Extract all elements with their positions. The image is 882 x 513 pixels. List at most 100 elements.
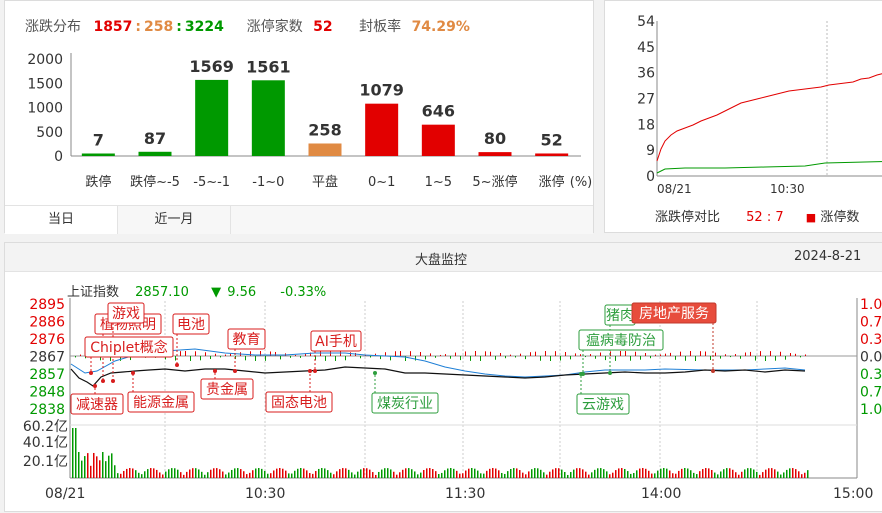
vol-bar xyxy=(654,473,656,478)
change-bar xyxy=(510,354,511,356)
vol-bar xyxy=(432,469,434,478)
vol-bar xyxy=(660,468,662,478)
tag-marker xyxy=(373,371,377,375)
vol-bar xyxy=(510,468,512,478)
vol-bar xyxy=(405,468,407,478)
vol-bar xyxy=(312,473,314,478)
vol-bar xyxy=(309,473,311,478)
vol-bar xyxy=(243,471,245,478)
vol-bar xyxy=(579,468,581,478)
vol-bar xyxy=(750,468,752,478)
change-bar xyxy=(445,354,446,356)
vol-bar xyxy=(408,468,410,478)
change-bar xyxy=(765,356,766,361)
change-bar xyxy=(460,356,461,361)
change-bar xyxy=(600,352,601,356)
vol-bar xyxy=(126,468,128,478)
concept-tag-label: 教育 xyxy=(233,332,261,348)
pct-tick: 0.3 xyxy=(860,332,882,348)
vol-bar xyxy=(327,470,329,478)
tab-today[interactable]: 当日 xyxy=(5,206,118,234)
change-bar xyxy=(590,354,591,356)
vol-bar xyxy=(141,474,143,478)
vol-bar xyxy=(255,468,257,478)
concept-tag-label: 游戏 xyxy=(112,306,140,322)
change-bar xyxy=(465,351,466,356)
vol-bar xyxy=(270,473,272,478)
change-bar xyxy=(795,353,796,356)
vol-bar xyxy=(720,471,722,478)
vol-bar xyxy=(534,468,536,478)
change-bar xyxy=(220,356,221,358)
vol-bar xyxy=(747,468,749,478)
tab-month[interactable]: 近一月 xyxy=(118,206,231,234)
change-bar xyxy=(415,356,416,361)
change-bar xyxy=(750,351,751,356)
change-bar xyxy=(545,351,546,356)
vol-bar xyxy=(465,470,467,478)
vol-bar xyxy=(528,471,530,478)
seal-rate: 74.29% xyxy=(411,19,470,35)
vol-bar xyxy=(321,468,323,478)
change-bar xyxy=(385,352,386,356)
change-bar xyxy=(605,356,606,361)
vol-bar xyxy=(219,469,221,478)
change-bar xyxy=(680,351,681,356)
vol-bar xyxy=(393,471,395,478)
vol-bar xyxy=(516,468,518,478)
change-bar xyxy=(490,351,491,356)
vol-bar xyxy=(102,452,104,478)
vol-bar xyxy=(366,468,368,478)
sep-2: : xyxy=(176,19,182,35)
change-bar xyxy=(665,353,666,356)
vol-bar xyxy=(417,474,419,478)
vol-bar xyxy=(192,468,194,478)
concept-tag-label: AI手机 xyxy=(315,334,357,350)
distribution-header: 涨跌分布 1857:258:3224 涨停家数 52 封板率 74.29% xyxy=(25,16,470,36)
concept-tag-label: 云游戏 xyxy=(582,397,624,413)
change-bar xyxy=(505,356,506,359)
vol-bar xyxy=(729,468,731,478)
change-bar xyxy=(320,351,321,356)
vol-bar xyxy=(246,474,248,478)
vol-bar xyxy=(699,471,701,478)
change-bar xyxy=(760,351,761,356)
vol-bar xyxy=(87,453,89,478)
vol-bar xyxy=(513,468,515,478)
vol-bar xyxy=(105,461,107,478)
change-bar xyxy=(715,352,716,356)
ratio-ytick: 18 xyxy=(637,117,655,133)
concept-tag-label: 煤炭行业 xyxy=(377,396,433,412)
dist-bar-value: 52 xyxy=(541,130,563,149)
change-bar xyxy=(230,353,231,356)
vol-bar xyxy=(279,468,281,478)
limit-up-line xyxy=(656,73,882,162)
vol-bar xyxy=(414,471,416,478)
vol-bar xyxy=(297,468,299,478)
tag-marker xyxy=(213,369,217,373)
vol-bar xyxy=(636,470,638,478)
change-bar xyxy=(225,354,226,356)
change-bar xyxy=(395,351,396,356)
vol-bar xyxy=(564,471,566,478)
vol-bar xyxy=(402,469,404,478)
vol-bar xyxy=(492,468,494,478)
vol-bar xyxy=(345,468,347,478)
vol-bar xyxy=(291,473,293,478)
change-bar xyxy=(345,356,346,361)
vol-bar xyxy=(90,465,92,478)
vol-bar xyxy=(687,468,689,478)
vol-bar xyxy=(150,468,152,478)
dist-bar-value: 1079 xyxy=(359,81,404,100)
ratio-legend: 涨停数 xyxy=(820,210,860,225)
time-label: 11:30 xyxy=(445,486,485,502)
vol-bar xyxy=(759,474,761,478)
vol-bar xyxy=(753,469,755,478)
vol-bar xyxy=(381,469,383,478)
vol-bar xyxy=(117,473,119,478)
flat-count: 258 xyxy=(144,19,174,35)
vol-bar xyxy=(447,468,449,478)
vol-bar xyxy=(726,468,728,478)
down-count: 3224 xyxy=(184,19,224,35)
vol-bar xyxy=(633,473,635,478)
